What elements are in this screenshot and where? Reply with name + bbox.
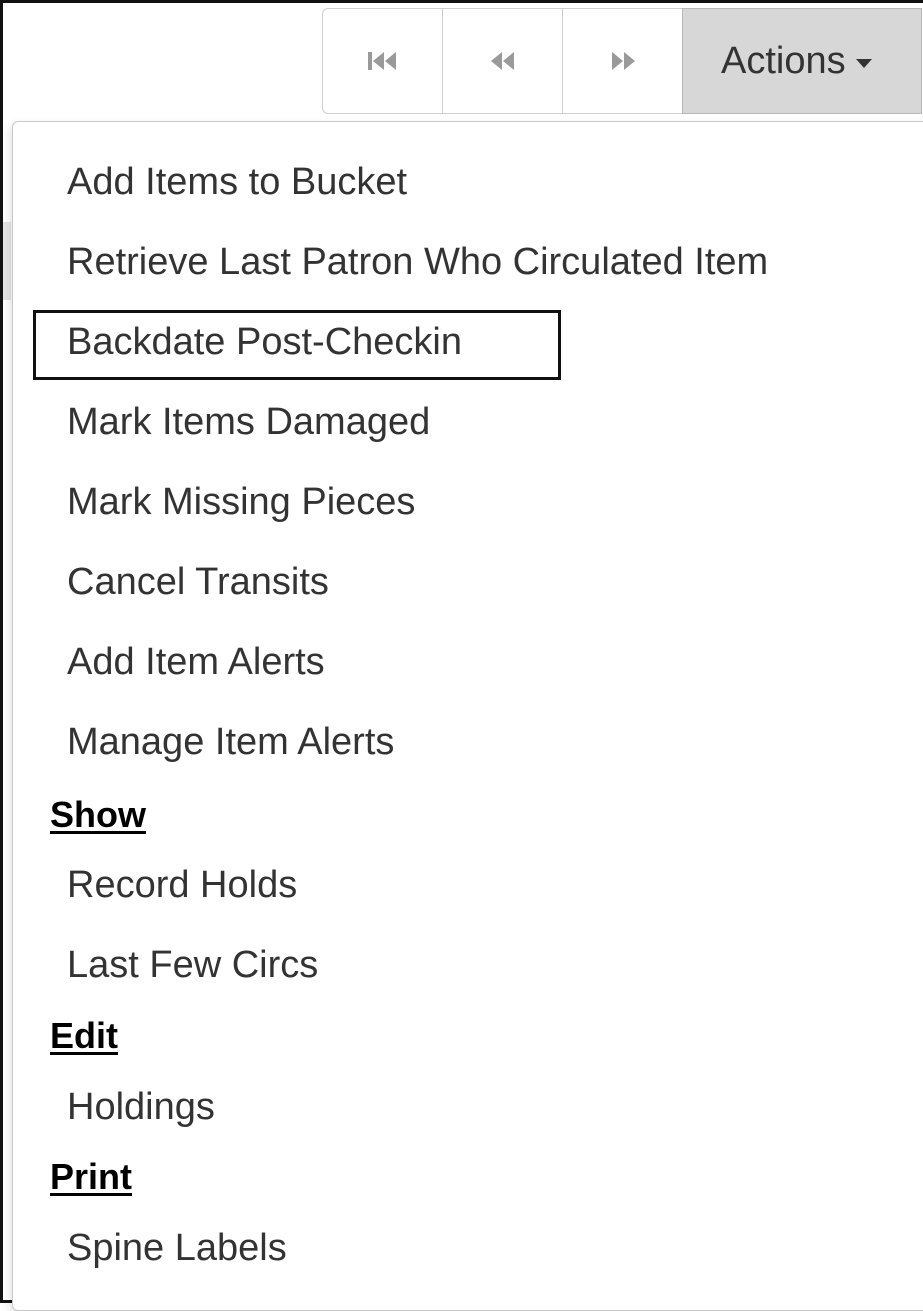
background-panel-edge: [3, 222, 11, 300]
first-page-icon: [366, 50, 400, 72]
previous-page-icon: [488, 50, 518, 72]
actions-dropdown-menu: [12, 121, 923, 1311]
pager-toolbar: Actions: [322, 8, 922, 114]
actions-dropdown-button[interactable]: Actions: [682, 8, 922, 114]
previous-page-button[interactable]: [442, 8, 562, 114]
menu-item-mark-items-damaged[interactable]: Mark Items Damaged: [67, 400, 430, 444]
caret-down-icon: [855, 58, 872, 68]
menu-item-add-item-alerts[interactable]: Add Item Alerts: [67, 640, 325, 684]
menu-item-mark-missing-pieces[interactable]: Mark Missing Pieces: [67, 480, 415, 524]
menu-item-holdings[interactable]: Holdings: [67, 1085, 215, 1129]
first-page-button[interactable]: [322, 8, 442, 114]
section-header-print: Print: [50, 1156, 133, 1197]
menu-item-last-few-circs[interactable]: Last Few Circs: [67, 943, 318, 987]
next-page-button[interactable]: [562, 8, 682, 114]
highlight-box: [33, 310, 561, 380]
actions-label: Actions: [721, 39, 846, 82]
section-header-edit: Edit: [50, 1015, 118, 1056]
menu-item-cancel-transits[interactable]: Cancel Transits: [67, 560, 329, 604]
menu-item-record-holds[interactable]: Record Holds: [67, 863, 297, 907]
menu-item-spine-labels[interactable]: Spine Labels: [67, 1226, 287, 1270]
section-header-show: Show: [50, 794, 146, 835]
menu-item-add-items-to-bucket[interactable]: Add Items to Bucket: [67, 160, 407, 204]
next-page-icon: [608, 50, 638, 72]
menu-item-retrieve-last-patron[interactable]: Retrieve Last Patron Who Circulated Item: [67, 240, 768, 284]
menu-item-manage-item-alerts[interactable]: Manage Item Alerts: [67, 720, 394, 764]
